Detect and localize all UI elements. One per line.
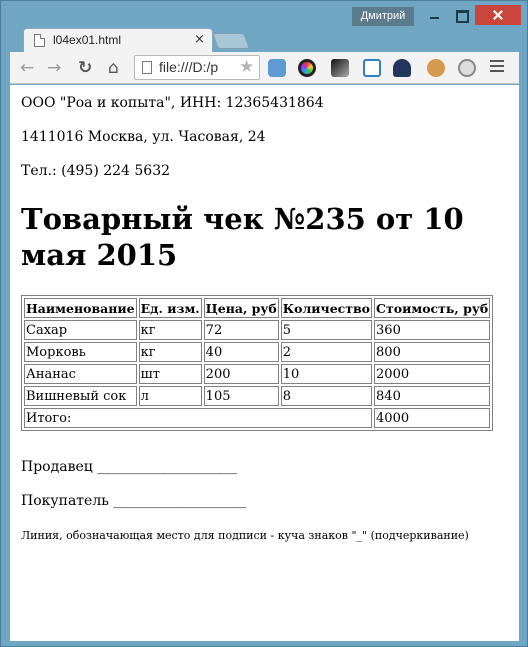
table-cell: 200 — [203, 364, 279, 384]
page-content: ООО "Роа и копыта", ИНН: 12365431864 141… — [10, 85, 519, 641]
address-line: 1411016 Москва, ул. Часовая, 24 — [21, 129, 266, 145]
buyer-signature-line: Покупатель ___________________ — [21, 493, 247, 509]
table-cell: 72 — [203, 320, 279, 340]
total-value: 4000 — [374, 408, 491, 428]
column-header: Ед. изм. — [138, 298, 202, 318]
user-badge[interactable]: Дмитрий — [352, 7, 414, 26]
table-cell: 105 — [203, 386, 279, 406]
star-icon[interactable]: ★ — [239, 57, 254, 77]
tab-close-icon[interactable]: × — [194, 32, 205, 47]
address-bar[interactable]: file:///D:/p ★ — [134, 55, 260, 80]
browser-toolbar: ← → ↻ ⌂ file:///D:/p ★ — [10, 52, 519, 84]
color-picker-icon[interactable] — [298, 59, 316, 77]
table-row: Сахар кг 72 5 360 — [24, 320, 491, 340]
minimize-button[interactable] — [421, 5, 448, 25]
back-icon[interactable]: ← — [20, 58, 34, 78]
cookie-icon[interactable] — [427, 59, 445, 77]
table-cell: 5 — [280, 320, 373, 340]
table-row: Ананас шт 200 10 2000 — [24, 364, 491, 384]
power-icon[interactable] — [458, 59, 476, 77]
table-cell: л — [138, 386, 202, 406]
table-cell: 2000 — [374, 364, 491, 384]
page-icon — [142, 61, 152, 74]
home-icon[interactable]: ⌂ — [108, 58, 119, 78]
window-resizer-icon[interactable] — [363, 59, 381, 77]
table-cell: 8 — [280, 386, 373, 406]
new-tab-button[interactable] — [212, 33, 250, 49]
table-cell: 40 — [203, 342, 279, 362]
signature-note: Линия, обозначающая место для подписи - … — [21, 529, 469, 542]
seller-signature-line: Продавец ____________________ — [21, 459, 238, 475]
tab-title: l04ex01.html — [53, 33, 122, 47]
table-cell: Ананас — [24, 364, 137, 384]
title-bar: Дмитрий — [1, 1, 527, 29]
reload-icon[interactable]: ↻ — [78, 58, 92, 78]
grayscale-icon[interactable] — [331, 59, 349, 77]
table-cell: кг — [138, 342, 202, 362]
table-cell: 800 — [374, 342, 491, 362]
column-header: Количество — [280, 298, 373, 318]
browser-tab[interactable]: l04ex01.html × — [23, 28, 213, 52]
table-cell: Вишневый сок — [24, 386, 137, 406]
column-header: Цена, руб — [203, 298, 279, 318]
total-label: Итого: — [24, 408, 373, 428]
table-cell: 840 — [374, 386, 491, 406]
browser-window: Дмитрий l04ex01.html × ← → ↻ ⌂ file:///D… — [0, 0, 528, 647]
table-cell: шт — [138, 364, 202, 384]
organization-line: ООО "Роа и копыта", ИНН: 12365431864 — [21, 95, 324, 111]
table-cell: Морковь — [24, 342, 137, 362]
close-window-button[interactable] — [475, 5, 521, 25]
menu-icon[interactable] — [490, 60, 504, 74]
table-cell: 10 — [280, 364, 373, 384]
receipt-table: Наименование Ед. изм. Цена, руб Количест… — [21, 295, 494, 431]
table-cell: 2 — [280, 342, 373, 362]
page-title: Товарный чек №235 от 10 мая 2015 — [21, 202, 464, 272]
column-header: Наименование — [24, 298, 137, 318]
table-row: Вишневый сок л 105 8 840 — [24, 386, 491, 406]
table-header-row: Наименование Ед. изм. Цена, руб Количест… — [24, 298, 491, 318]
table-row: Морковь кг 40 2 800 — [24, 342, 491, 362]
speedometer-icon[interactable] — [393, 59, 411, 77]
maximize-button[interactable] — [448, 5, 475, 25]
column-header: Стоимость, руб — [374, 298, 491, 318]
table-total-row: Итого: 4000 — [24, 408, 491, 428]
address-text[interactable]: file:///D:/p — [159, 59, 235, 75]
table-cell: Сахар — [24, 320, 137, 340]
camera-icon[interactable] — [268, 59, 286, 77]
page-icon — [34, 34, 45, 47]
table-cell: 360 — [374, 320, 491, 340]
table-cell: кг — [138, 320, 202, 340]
forward-icon[interactable]: → — [47, 58, 61, 78]
phone-line: Тел.: (495) 224 5632 — [21, 163, 171, 179]
